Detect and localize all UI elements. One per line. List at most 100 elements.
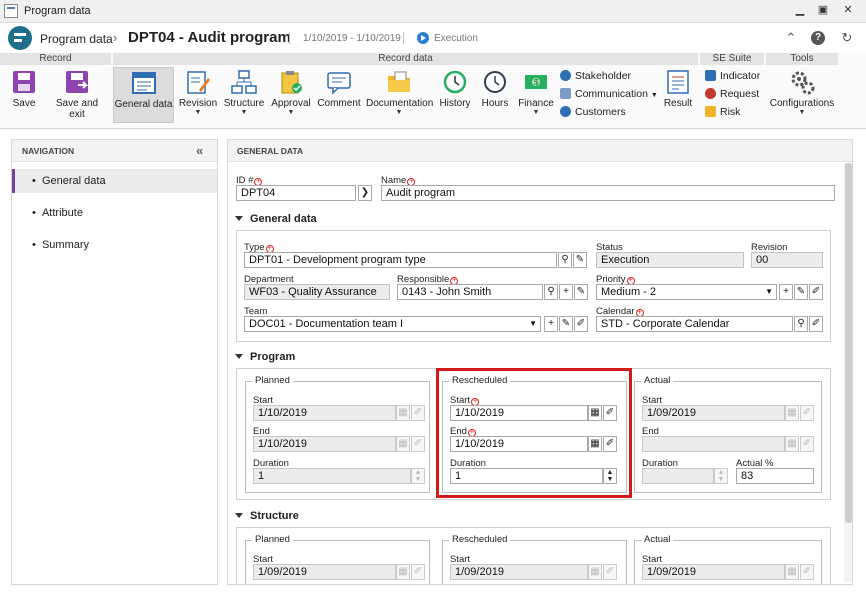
team-add-icon[interactable]: + <box>544 316 558 332</box>
documentation-label: Documentation <box>366 98 434 109</box>
type-search-icon[interactable]: ⚲ <box>558 252 572 268</box>
structure-button[interactable]: Structure ▼ <box>223 67 265 123</box>
documentation-caret-icon: ▼ <box>395 109 403 116</box>
general-data-button[interactable]: General data <box>113 67 174 123</box>
finance-icon: $ <box>523 69 549 95</box>
hours-button[interactable]: Hours <box>478 67 512 123</box>
calendar-clear-icon[interactable]: ✐ <box>809 316 823 332</box>
result-button[interactable]: Result <box>660 67 696 123</box>
customers-button[interactable]: Customers <box>560 105 626 120</box>
actual-legend: Actual <box>641 375 674 386</box>
communication-button[interactable]: Communication ▼ <box>560 87 658 102</box>
risk-label: Risk <box>720 106 741 118</box>
main-panel: GENERAL DATA ID # + DPT04 ❯ Name + Audit p… <box>227 139 853 585</box>
actual-percent-field[interactable]: 83 <box>736 468 814 484</box>
nav-item-label: General data <box>41 175 106 187</box>
collapse-up-icon[interactable]: ⌃ <box>783 30 799 46</box>
nav-item-general-data[interactable]: • General data <box>12 169 217 193</box>
request-button[interactable]: Request <box>705 87 759 102</box>
result-icon <box>665 69 691 95</box>
nav-item-attribute[interactable]: • Attribute <box>12 201 217 225</box>
type-clear-icon[interactable]: ✎ <box>573 252 587 268</box>
general-data-icon <box>131 70 157 96</box>
priority-edit-icon[interactable]: ✎ <box>794 284 808 300</box>
calendar-field[interactable]: STD - Corporate Calendar <box>596 316 793 332</box>
actual-duration-field <box>642 468 714 484</box>
comment-button[interactable]: Comment <box>316 67 362 123</box>
collapse-double-chevron-icon[interactable]: « <box>196 143 203 158</box>
history-icon <box>442 69 468 95</box>
team-edit-icon[interactable]: ✎ <box>559 316 573 332</box>
close-icon[interactable]: ✕ <box>835 0 861 20</box>
indicator-label: Indicator <box>720 70 761 82</box>
risk-button[interactable]: Risk <box>705 105 740 120</box>
stakeholder-button[interactable]: Stakeholder <box>560 69 631 84</box>
help-icon[interactable]: ? <box>811 31 825 45</box>
id-next-chevron-icon[interactable]: ❯ <box>358 185 372 201</box>
type-field[interactable]: DPT01 - Development program type <box>244 252 557 268</box>
structure-actual-calendar-icon: ▦ <box>785 564 799 580</box>
responsible-clear-icon[interactable]: ✎ <box>574 284 588 300</box>
name-field[interactable]: Audit program <box>381 185 835 201</box>
header-status: Execution <box>434 33 478 44</box>
configurations-gear-icon <box>789 69 815 95</box>
documentation-button[interactable]: Documentation ▼ <box>366 67 434 123</box>
save-and-exit-label: Save and exit <box>55 98 99 120</box>
chevron-down-icon[interactable]: ▼ <box>765 285 773 299</box>
approval-label: Approval <box>271 98 311 109</box>
responsible-add-icon[interactable]: + <box>559 284 573 300</box>
actual-start-field: 1/09/2019 <box>642 405 785 421</box>
history-button[interactable]: History <box>436 67 474 123</box>
calendar-search-icon[interactable]: ⚲ <box>794 316 808 332</box>
revision-label: Revision <box>178 98 218 109</box>
actual-duration-stepper-icon: ▲ ▼ <box>714 468 728 484</box>
nav-item-summary[interactable]: • Summary <box>12 233 217 257</box>
general-data-section-toggle[interactable]: General data <box>235 213 317 225</box>
team-clear-icon[interactable]: ✐ <box>574 316 588 332</box>
header-dates: 1/10/2019 - 1/10/2019 <box>303 33 401 44</box>
id-field[interactable]: DPT04 <box>236 185 356 201</box>
window-title: Program data <box>24 5 91 17</box>
finance-button[interactable]: $ Finance ▼ <box>516 67 556 123</box>
priority-select[interactable]: Medium - 2 ▼ <box>596 284 777 300</box>
responsible-field[interactable]: 0143 - John Smith <box>397 284 543 300</box>
save-icon <box>11 69 37 95</box>
save-and-exit-button[interactable]: Save and exit <box>48 67 106 123</box>
main-title: GENERAL DATA <box>237 146 304 156</box>
nav-item-label: Summary <box>41 239 90 251</box>
documentation-icon <box>386 69 412 95</box>
hours-label: Hours <box>481 98 509 109</box>
refresh-icon[interactable]: ↻ <box>839 30 855 46</box>
maximize-icon[interactable]: ▣ <box>810 0 836 20</box>
planned-end-clear-icon: ✐ <box>411 436 425 452</box>
ribbon-group-se-suite: SE Suite <box>700 53 764 65</box>
revision-icon <box>185 69 211 95</box>
header-divider <box>289 32 290 44</box>
priority-add-icon[interactable]: + <box>779 284 793 300</box>
approval-icon <box>278 69 304 95</box>
configurations-label: Configurations <box>769 98 835 109</box>
team-select[interactable]: DOC01 - Documentation team I ▼ <box>244 316 541 332</box>
finance-label: Finance <box>518 98 554 109</box>
structure-section-toggle[interactable]: Structure <box>235 510 299 522</box>
configurations-button[interactable]: Configurations ▼ <box>768 67 836 123</box>
finance-caret-icon: ▼ <box>532 109 540 116</box>
scrollbar-thumb[interactable] <box>845 163 852 523</box>
window-titlebar: Program data ▁ ▣ ✕ <box>0 0 866 23</box>
priority-clear-icon[interactable]: ✐ <box>809 284 823 300</box>
structure-rescheduled-start-field: 1/09/2019 <box>450 564 588 580</box>
header-app-name[interactable]: Program data <box>40 32 113 46</box>
revision-button[interactable]: Revision ▼ <box>178 67 218 123</box>
save-button[interactable]: Save <box>4 67 44 123</box>
indicator-button[interactable]: Indicator <box>705 69 760 84</box>
approval-button[interactable]: Approval ▼ <box>270 67 312 123</box>
main-header: GENERAL DATA <box>228 140 852 162</box>
request-label: Request <box>720 88 760 100</box>
stakeholder-icon <box>560 70 571 81</box>
structure-actual-legend: Actual <box>641 534 674 545</box>
program-section-toggle[interactable]: Program <box>235 351 295 363</box>
responsible-search-icon[interactable]: ⚲ <box>544 284 558 300</box>
chevron-down-icon[interactable]: ▼ <box>529 317 537 331</box>
vertical-scrollbar[interactable] <box>844 163 852 583</box>
actual-start-calendar-icon: ▦ <box>785 405 799 421</box>
